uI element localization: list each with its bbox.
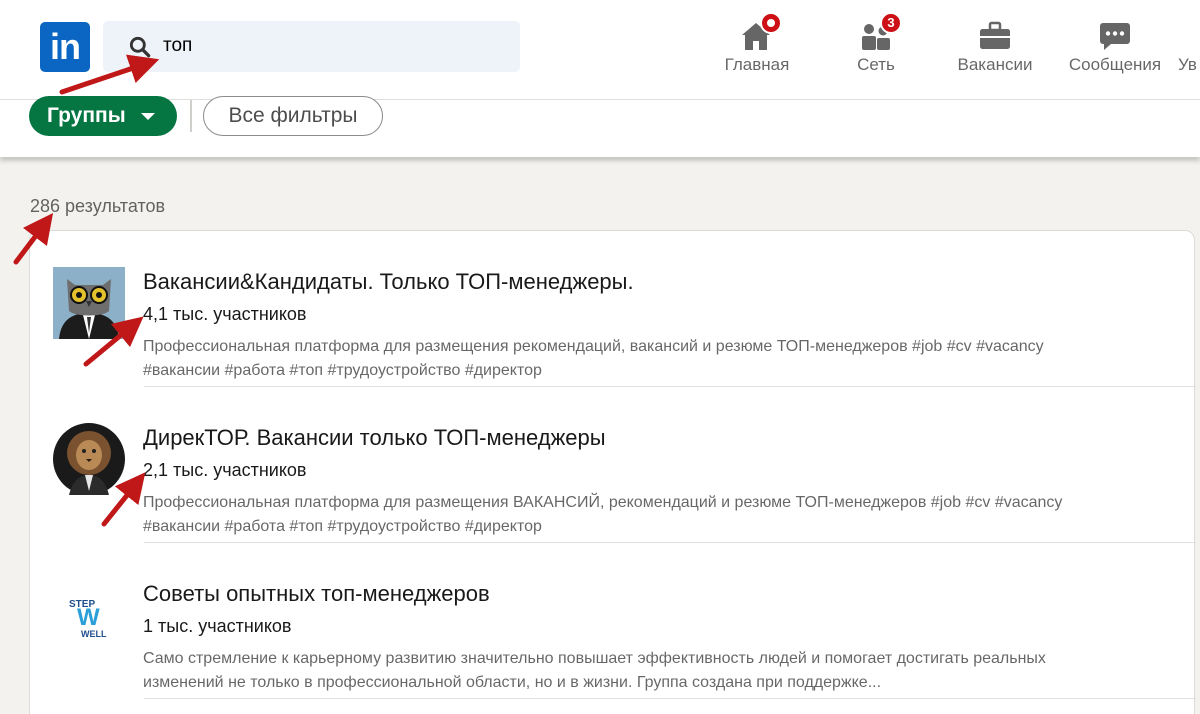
group-logo-owl[interactable] [53, 267, 125, 339]
nav-item-messaging[interactable]: Сообщения [1064, 12, 1166, 92]
group-logo-lion[interactable] [53, 423, 125, 495]
nav-label-notifications: Ув [1178, 55, 1197, 74]
groups-filter-button[interactable]: Группы [29, 96, 177, 136]
nav-item-jobs[interactable]: Вакансии [952, 12, 1038, 92]
owl-icon [53, 267, 125, 339]
briefcase-icon [980, 21, 1010, 49]
results-count: 286 результатов [30, 196, 166, 216]
result-description: Профессиональная платформа для размещени… [143, 494, 1063, 535]
result-item[interactable]: ДирекТОР. Вакансии только ТОП-менеджеры … [30, 387, 1196, 543]
filter-divider [190, 100, 192, 132]
nav-item-network[interactable]: 3 Сеть [838, 12, 914, 92]
result-members: 4,1 тыс. участников [143, 304, 307, 324]
results-list: Вакансии&Кандидаты. Только ТОП-менеджеры… [29, 230, 1196, 714]
result-members: 2,1 тыс. участников [143, 460, 307, 480]
lion-icon [53, 423, 125, 495]
search-filter-bar: Группы Все фильтры [0, 96, 1200, 157]
result-description: Профессиональная платформа для размещени… [143, 338, 1044, 379]
result-members: 1 тыс. участников [143, 616, 292, 636]
messaging-icon [1100, 23, 1130, 50]
svg-text:WELL: WELL [81, 629, 107, 639]
result-description: Само стремление к карьерному развитию зн… [143, 650, 1046, 691]
result-title[interactable]: Советы опытных топ-менеджеров [143, 581, 490, 607]
search-icon [129, 36, 151, 58]
nav-label-home: Главная [724, 55, 790, 74]
caret-down-icon [141, 113, 155, 120]
result-title[interactable]: Вакансии&Кандидаты. Только ТОП-менеджеры… [143, 269, 634, 295]
nav-item-home[interactable]: Главная [718, 12, 796, 92]
all-filters-button[interactable]: Все фильтры [203, 96, 383, 136]
svg-text:W: W [77, 604, 100, 631]
nav-label-messaging: Сообщения [1068, 55, 1162, 74]
notification-dot [760, 12, 782, 34]
nav-item-notifications[interactable]: Ув [1178, 12, 1200, 92]
nav-label-jobs: Вакансии [957, 55, 1033, 74]
groups-filter-label: Группы [47, 104, 126, 127]
network-badge: 3 [880, 12, 902, 34]
stepwell-logo: STEP W WELL [53, 579, 125, 651]
result-item[interactable]: Вакансии&Кандидаты. Только ТОП-менеджеры… [30, 231, 1196, 387]
group-logo-stepwell[interactable]: STEP W WELL [53, 579, 125, 651]
top-navigation-bar: in топ Главная 3 Сеть Вакансии Сообщения… [0, 0, 1200, 100]
linkedin-logo[interactable]: in [40, 22, 90, 72]
nav-label-network: Сеть [857, 55, 895, 74]
result-item[interactable]: STEP W WELL Советы опытных топ-менеджеро… [30, 543, 1196, 699]
search-box[interactable]: топ [103, 21, 520, 72]
divider [144, 698, 1196, 699]
search-input[interactable]: топ [163, 35, 192, 57]
result-title[interactable]: ДирекТОР. Вакансии только ТОП-менеджеры [143, 425, 606, 451]
